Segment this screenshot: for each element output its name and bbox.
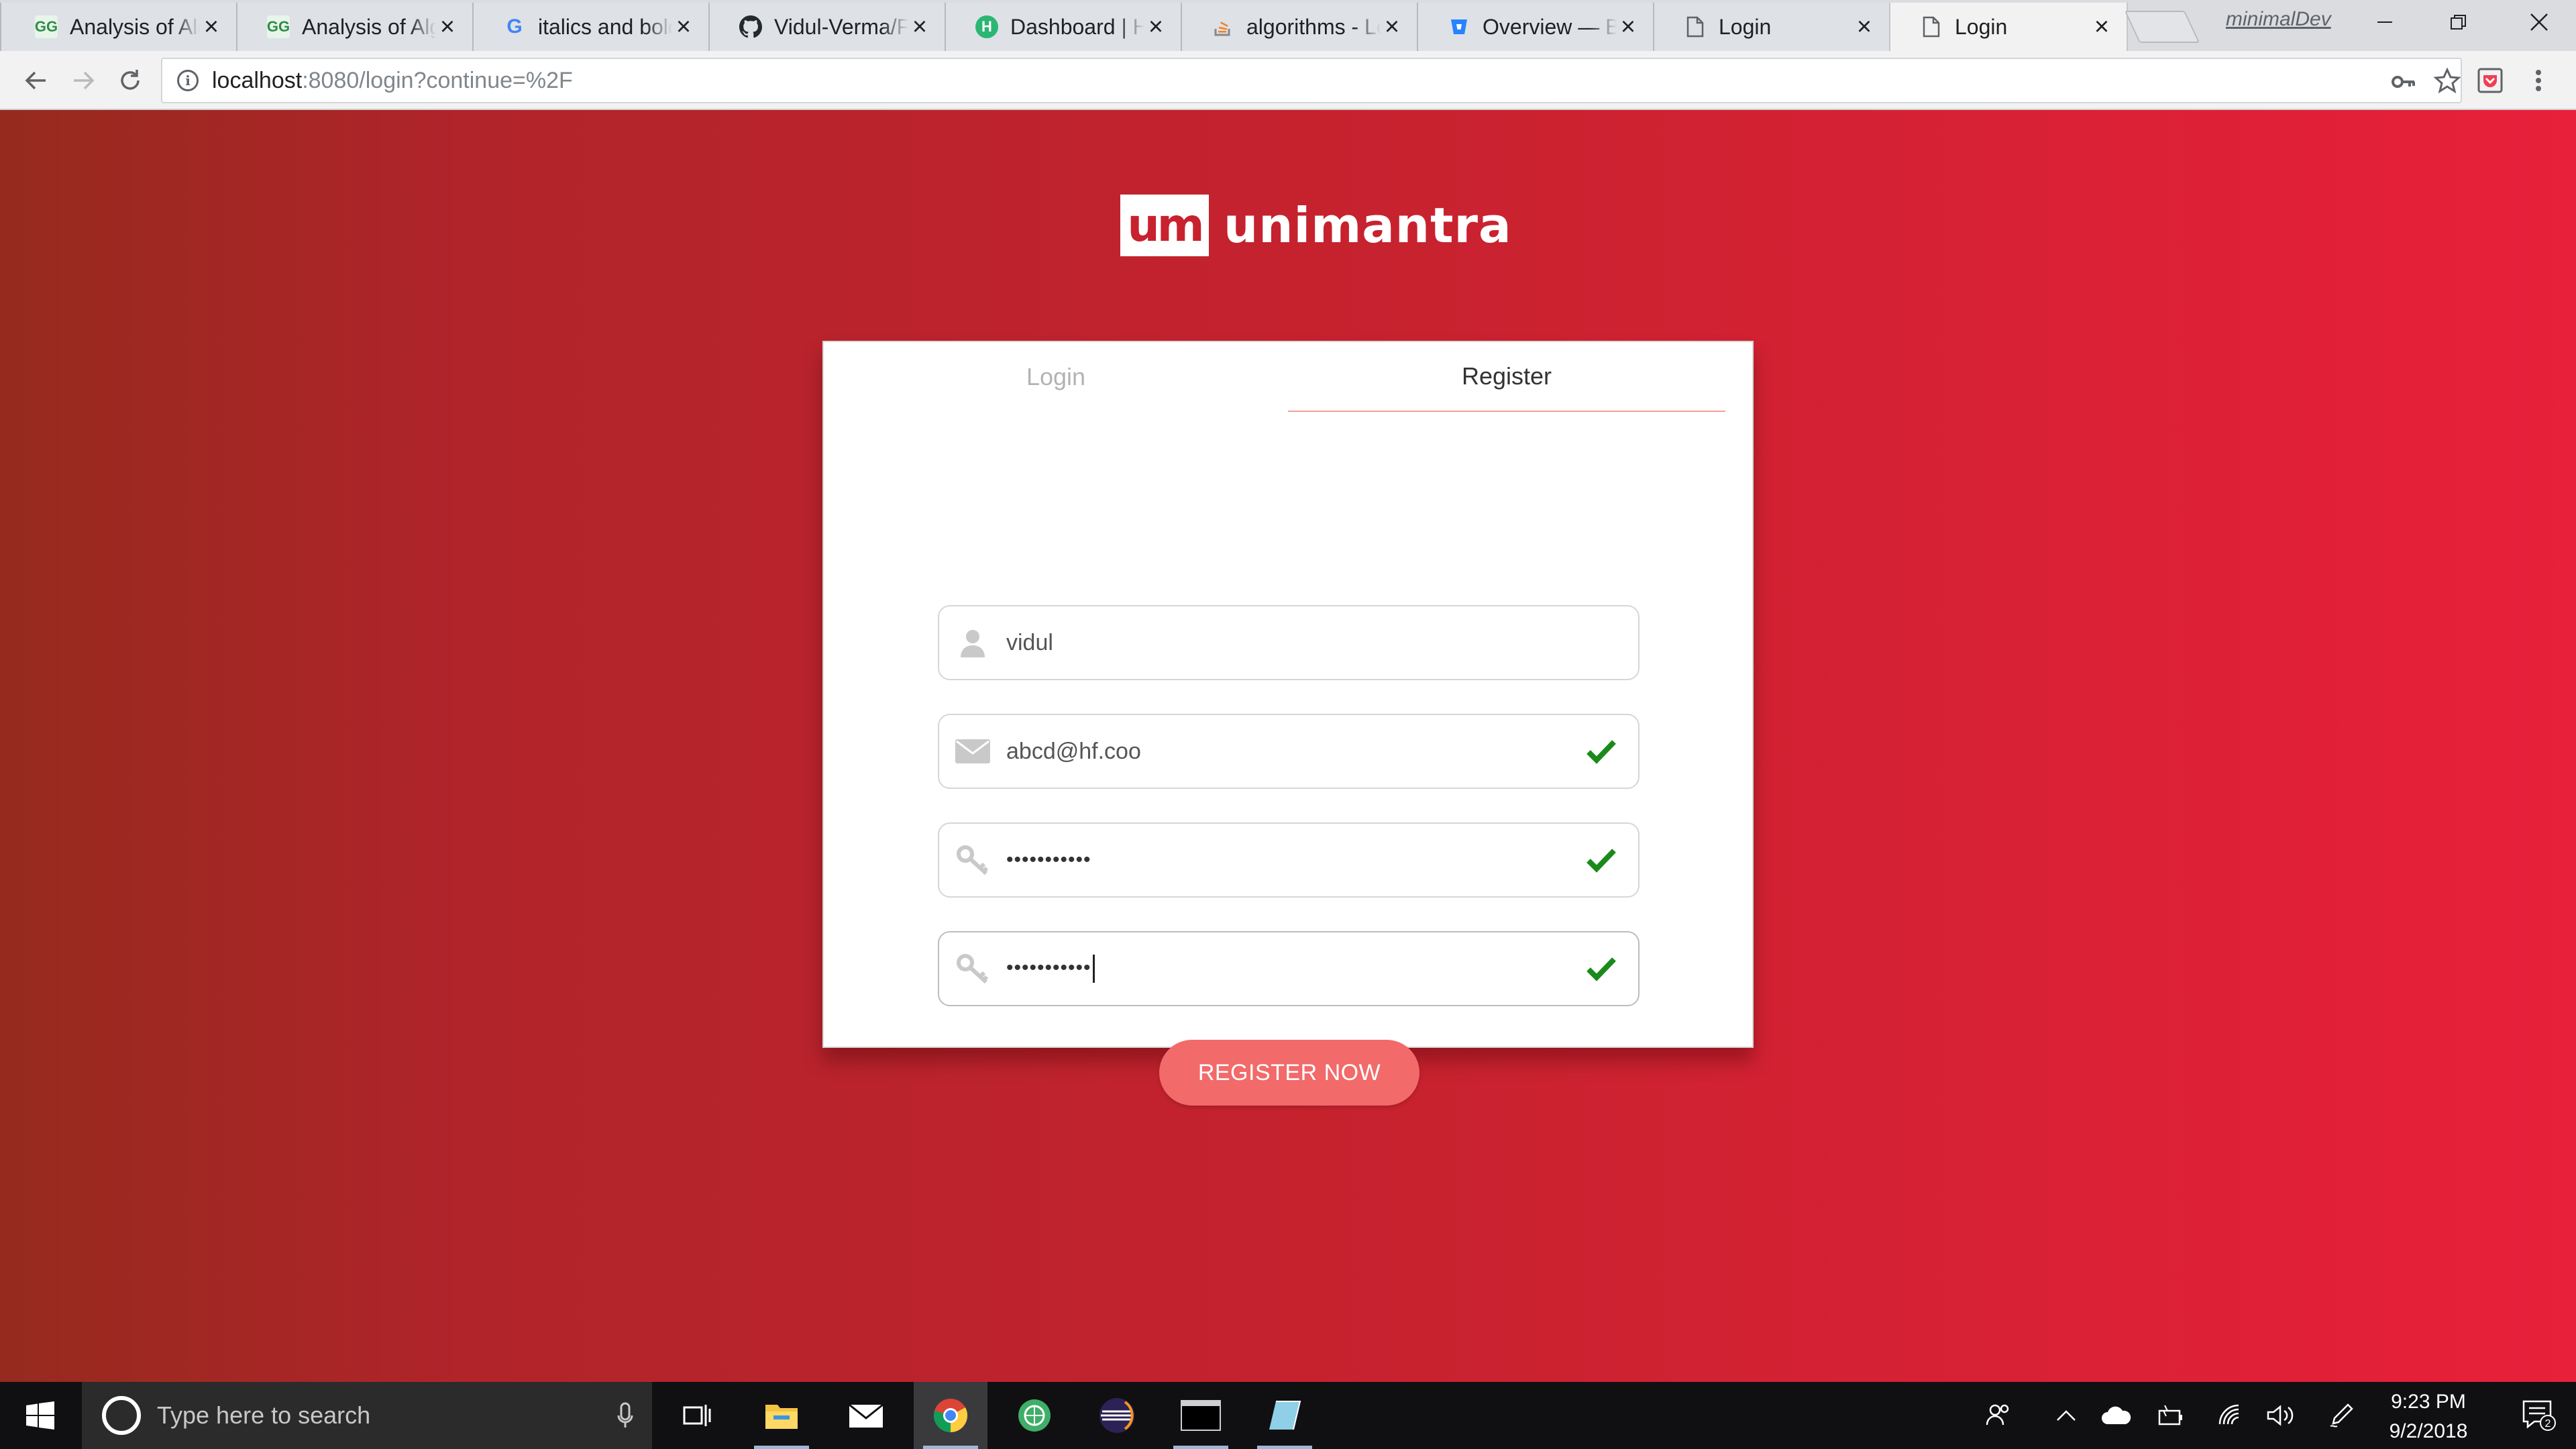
close-tab-icon[interactable]: × (1617, 13, 1640, 41)
people-icon[interactable] (1976, 1382, 2023, 1449)
github-icon (739, 15, 762, 38)
clock-time: 9:23 PM (2391, 1391, 2466, 1413)
close-tab-icon[interactable]: × (672, 13, 695, 41)
windows-start-button[interactable] (0, 1382, 80, 1449)
bitbucket-icon (1448, 15, 1470, 38)
password-field[interactable]: ••••••••••• (938, 822, 1640, 898)
auth-tabs: Login Register (824, 342, 1752, 416)
taskbar-clock[interactable]: 9:23 PM 9/2/2018 (2361, 1387, 2496, 1446)
cortana-icon[interactable] (102, 1396, 141, 1435)
close-tab-icon[interactable]: × (908, 13, 931, 41)
windows-taskbar: Type here to search 9:23 PM 9/2/2018 2 (0, 1382, 2576, 1449)
browser-tab[interactable]: G italics and bold × (472, 3, 708, 51)
text-caret (1092, 955, 1095, 983)
brand-mark: um (1120, 195, 1209, 256)
browser-tab[interactable]: Login × (1653, 3, 1889, 51)
page-viewport: um unimantra Login Register vidul abcd@h… (0, 110, 2576, 1382)
valid-check-icon (1564, 715, 1638, 788)
new-tab-button[interactable] (2124, 11, 2200, 43)
hackerearth-icon: H (975, 15, 998, 38)
browser-tab[interactable]: algorithms - Lo × (1181, 3, 1417, 51)
battery-charging-icon[interactable] (2147, 1382, 2194, 1449)
key-icon (939, 824, 1006, 896)
close-tab-icon[interactable]: × (1381, 13, 1403, 41)
chrome-icon[interactable] (914, 1382, 987, 1449)
valid-check-icon (1564, 932, 1638, 1005)
confirm-password-field[interactable]: ••••••••••• (938, 931, 1640, 1006)
tab-register[interactable]: Register (1288, 342, 1725, 412)
back-button[interactable] (17, 62, 55, 99)
bookmark-star-icon[interactable] (2433, 67, 2461, 102)
close-tab-icon[interactable]: × (2090, 13, 2113, 41)
command-prompt-icon[interactable] (1164, 1382, 1238, 1449)
user-icon (939, 606, 1006, 679)
google-icon: G (506, 15, 523, 38)
page-icon (1684, 15, 1707, 38)
show-hidden-icons-chevron-icon[interactable] (2043, 1382, 2090, 1449)
browser-tab[interactable]: GG Analysis of Algorithms × (236, 3, 472, 51)
geeksforgeeks-icon: GG (35, 15, 58, 38)
menu-kebab-icon[interactable] (2520, 62, 2557, 99)
username-field[interactable]: vidul (938, 605, 1640, 680)
geeksforgeeks-icon: GG (267, 15, 290, 38)
action-center-icon[interactable]: 2 (2502, 1382, 2576, 1449)
key-icon (939, 932, 1006, 1005)
confirm-password-value: ••••••••••• (1006, 955, 1564, 983)
clock-date: 9/2/2018 (2389, 1420, 2468, 1442)
browser-tab[interactable]: Overview — Bi × (1417, 3, 1653, 51)
page-icon (1920, 15, 1943, 38)
microphone-icon[interactable] (605, 1402, 645, 1429)
onedrive-icon[interactable] (2093, 1382, 2140, 1449)
browser-tab[interactable]: GG Analysis of Algorithms × (0, 3, 236, 51)
username-value: vidul (1006, 629, 1053, 655)
pen-workspace-icon[interactable] (2318, 1382, 2365, 1449)
site-info-icon[interactable]: i (177, 70, 199, 91)
wifi-icon[interactable] (2207, 1382, 2254, 1449)
register-now-button[interactable]: REGISTER NOW (1159, 1040, 1419, 1106)
brand-name: unimantra (1224, 197, 1512, 254)
browser-tab[interactable]: H Dashboard | Ha × (945, 3, 1181, 51)
pocket-extension-icon[interactable] (2471, 62, 2509, 99)
taskbar-search-box[interactable]: Type here to search (82, 1382, 652, 1449)
key-icon[interactable] (2390, 68, 2416, 102)
brand-logo: um unimantra (1120, 195, 1512, 256)
close-window-button[interactable] (2502, 0, 2576, 44)
address-bar[interactable]: i localhost:8080/login?continue=%2F (161, 58, 2462, 103)
forward-button[interactable] (64, 62, 102, 99)
close-tab-icon[interactable]: × (1853, 13, 1876, 41)
close-tab-icon[interactable]: × (436, 13, 459, 41)
browser-tab-active[interactable]: Login × (1889, 3, 2128, 51)
auth-card: Login Register vidul abcd@hf.coo •••••••… (822, 341, 1754, 1106)
reload-button[interactable] (111, 62, 149, 99)
minimize-button[interactable] (2348, 0, 2422, 44)
close-tab-icon[interactable]: × (200, 13, 223, 41)
browser-tab-strip: GG Analysis of Algorithms × GG Analysis … (0, 0, 2576, 51)
email-field[interactable]: abcd@hf.coo (938, 714, 1640, 789)
notes-app-icon[interactable] (1248, 1382, 1322, 1449)
close-tab-icon[interactable]: × (1144, 13, 1167, 41)
password-value: ••••••••••• (1006, 849, 1091, 871)
email-value: abcd@hf.coo (1006, 738, 1141, 764)
file-explorer-icon[interactable] (745, 1382, 818, 1449)
browser-tab[interactable]: Vidul-Verma/Fc × (708, 3, 945, 51)
mail-icon[interactable] (829, 1382, 903, 1449)
envelope-icon (939, 715, 1006, 788)
url-host: localhost (212, 67, 303, 93)
eclipse-icon[interactable] (1080, 1382, 1154, 1449)
search-placeholder: Type here to search (157, 1401, 371, 1429)
valid-check-icon (1564, 824, 1638, 896)
tab-login[interactable]: Login (824, 342, 1288, 412)
task-view-icon[interactable] (661, 1382, 735, 1449)
url-path: :8080/login?continue=%2F (302, 67, 573, 93)
profile-name[interactable]: minimalDev (2226, 8, 2331, 31)
volume-icon[interactable] (2257, 1382, 2304, 1449)
restore-button[interactable] (2422, 0, 2496, 44)
browser-toolbar: i localhost:8080/login?continue=%2F (0, 51, 2576, 110)
app-globe-icon[interactable] (998, 1382, 1071, 1449)
stackoverflow-icon (1212, 15, 1234, 38)
notification-count: 2 (2545, 1418, 2551, 1430)
